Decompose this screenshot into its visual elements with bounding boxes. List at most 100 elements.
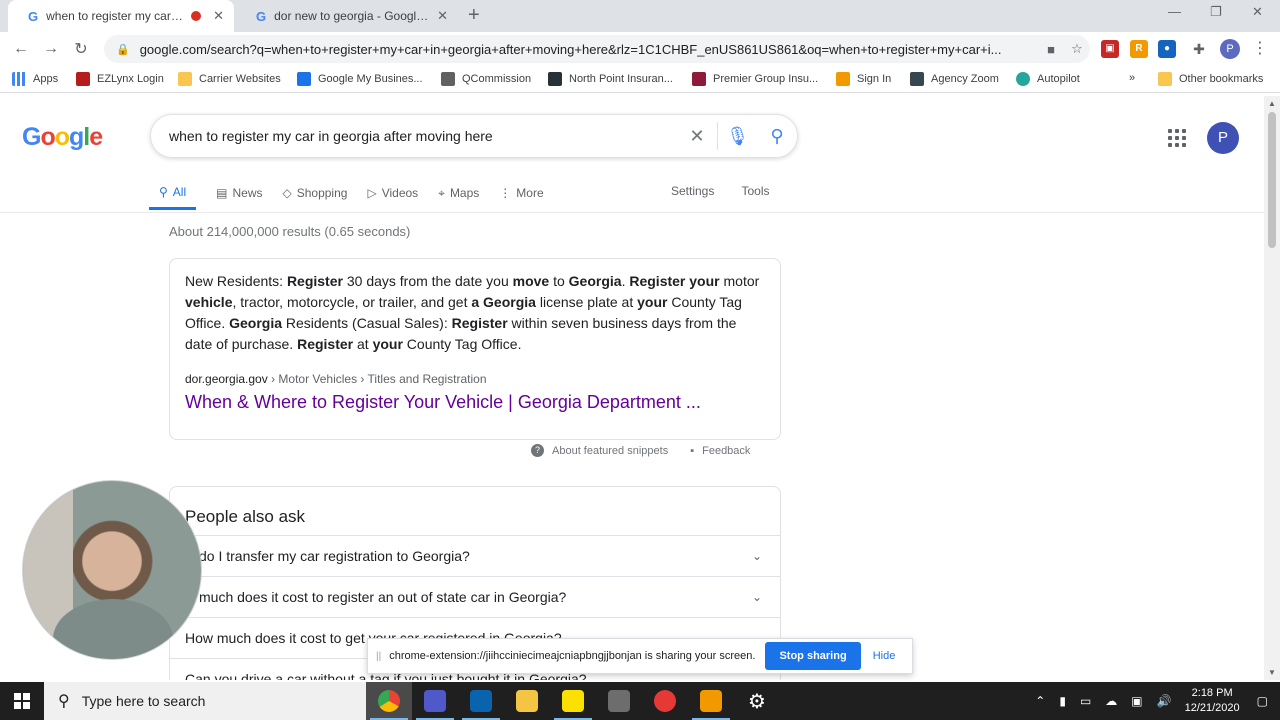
taskbar-teams[interactable] xyxy=(412,682,458,720)
about-featured-snippets-link[interactable]: About featured snippets xyxy=(552,445,668,457)
clear-search-icon[interactable]: ✕ xyxy=(677,126,717,147)
account-avatar[interactable]: P xyxy=(1207,122,1239,154)
start-button[interactable] xyxy=(0,682,44,720)
scroll-up-icon[interactable]: ▲ xyxy=(1268,99,1276,108)
onedrive-icon[interactable]: ☁ xyxy=(1105,694,1117,708)
snippet-result-link[interactable]: When & Where to Register Your Vehicle | … xyxy=(185,392,765,413)
search-input[interactable] xyxy=(169,128,677,144)
feedback-link[interactable]: Feedback xyxy=(702,445,750,457)
video-icon: ▷ xyxy=(367,186,377,200)
taskbar-sticky-notes[interactable] xyxy=(550,682,596,720)
url-text: google.com/search?q=when+to+register+my+… xyxy=(139,41,1002,57)
taskbar-app-red[interactable] xyxy=(642,682,688,720)
search-icon: ⚲ xyxy=(159,184,168,199)
taskbar-file-explorer[interactable] xyxy=(504,682,550,720)
bookmark-autopilot[interactable]: Autopilot xyxy=(1016,72,1080,86)
qcommission-icon xyxy=(441,72,455,86)
extension-r-icon[interactable]: R xyxy=(1130,40,1148,58)
tab-active[interactable]: G when to register my car in georgia aft… xyxy=(8,0,234,32)
calculator-icon xyxy=(608,690,630,712)
tab-maps[interactable]: ⌖ Maps xyxy=(438,176,479,210)
taskbar-chrome[interactable] xyxy=(366,682,412,720)
google-logo[interactable]: Google xyxy=(22,123,103,152)
chevron-up-icon[interactable]: ⌃ xyxy=(1035,694,1045,708)
tab-strip: G when to register my car in georgia aft… xyxy=(0,0,1280,32)
tab-videos[interactable]: ▷ Videos xyxy=(367,176,418,210)
camera-icon[interactable]: ■ xyxy=(1038,42,1064,57)
google-apps-icon[interactable] xyxy=(1168,129,1186,147)
paa-question[interactable]: w do I transfer my car registration to G… xyxy=(170,535,780,576)
tab-shopping[interactable]: ◇ Shopping xyxy=(283,176,348,210)
taskbar-app-r[interactable] xyxy=(688,682,734,720)
bookmark-qcommission[interactable]: QCommission xyxy=(441,72,531,86)
chevron-down-icon: ⌄ xyxy=(751,590,762,604)
taskbar-settings[interactable]: ⚙ xyxy=(734,682,780,720)
taskbar-search[interactable]: ⚲ Type here to search xyxy=(44,682,366,720)
drag-handle-icon[interactable]: || xyxy=(376,651,381,662)
puzzle-extensions-icon[interactable]: ✚ xyxy=(1190,40,1208,58)
profile-avatar[interactable]: P xyxy=(1220,39,1240,59)
star-bookmark-icon[interactable]: ☆ xyxy=(1064,41,1090,57)
taskbar-calculator[interactable] xyxy=(596,682,642,720)
scroll-thumb[interactable] xyxy=(1268,112,1276,248)
share-message: chrome-extension://jiihcciniecimeajcniap… xyxy=(389,650,756,662)
tab-title: when to register my car in georgia after… xyxy=(46,9,184,23)
minimize-icon[interactable]: — xyxy=(1168,4,1181,19)
folder-icon xyxy=(516,690,538,712)
sign-in-icon xyxy=(836,72,850,86)
close-tab-icon[interactable]: ✕ xyxy=(437,8,448,24)
tools-link[interactable]: Tools xyxy=(741,184,769,198)
tab-news[interactable]: ▤ News xyxy=(216,176,262,210)
bookmark-agency-zoom[interactable]: Agency Zoom xyxy=(910,72,999,86)
help-icon: ? xyxy=(531,444,544,457)
tab-inactive[interactable]: G dor new to georgia - Google Search ✕ xyxy=(236,0,458,32)
google-my-business-icon xyxy=(297,72,311,86)
google-favicon-icon: G xyxy=(28,8,39,24)
close-tab-icon[interactable]: ✕ xyxy=(213,8,224,24)
bookmarks-overflow[interactable]: » xyxy=(1129,72,1135,84)
bookmark-carrier[interactable]: Carrier Websites xyxy=(178,72,281,86)
chrome-icon xyxy=(378,690,400,712)
bookmark-gmb[interactable]: Google My Busines... xyxy=(297,72,423,86)
page-scrollbar[interactable]: ▲ ▼ xyxy=(1264,96,1280,680)
paa-question[interactable]: w much does it cost to register an out o… xyxy=(170,576,780,617)
volume-icon[interactable]: 🔊 xyxy=(1157,694,1172,708)
scroll-down-icon[interactable]: ▼ xyxy=(1268,668,1276,677)
close-window-icon[interactable]: ✕ xyxy=(1252,4,1263,20)
bookmark-premier[interactable]: Premier Group Insu... xyxy=(692,72,818,86)
hide-button[interactable]: Hide xyxy=(873,650,896,662)
tab-all[interactable]: ⚲ All xyxy=(149,176,197,210)
settings-link[interactable]: Settings xyxy=(671,184,714,198)
bookmark-apps[interactable]: Apps xyxy=(12,72,58,86)
lock-icon: 🔒 xyxy=(116,43,130,56)
forward-icon[interactable]: → xyxy=(36,40,66,58)
bookmark-ezlynx[interactable]: EZLynx Login xyxy=(76,72,164,86)
reload-icon[interactable]: ↻ xyxy=(66,39,96,59)
extension-icon[interactable]: ▣ xyxy=(1101,40,1119,58)
folder-icon xyxy=(178,72,192,86)
address-bar[interactable]: 🔒 google.com/search?q=when+to+register+m… xyxy=(104,35,1090,63)
header-divider xyxy=(0,212,1264,213)
more-vertical-icon: ⋮ xyxy=(499,186,512,200)
restore-icon[interactable]: ❐ xyxy=(1210,4,1222,20)
rec-extension-icon[interactable]: ● xyxy=(1158,40,1176,58)
battery-icon[interactable]: ▭ xyxy=(1080,694,1091,708)
notifications-icon[interactable]: ▢ xyxy=(1257,694,1268,708)
taskbar-outlook[interactable] xyxy=(458,682,504,720)
microphone-icon[interactable]: ▮ xyxy=(1059,694,1066,708)
system-clock[interactable]: 2:18 PM 12/21/2020 xyxy=(1185,686,1240,716)
bookmark-north-point[interactable]: North Point Insuran... xyxy=(548,72,673,86)
snippet-footer: ? About featured snippets ▪ Feedback xyxy=(531,444,750,457)
back-icon[interactable]: ← xyxy=(6,40,36,58)
bookmark-other[interactable]: Other bookmarks xyxy=(1158,72,1263,86)
network-icon[interactable]: ▣ xyxy=(1131,694,1142,708)
stop-sharing-button[interactable]: Stop sharing xyxy=(765,642,861,670)
new-tab-button[interactable]: + xyxy=(468,4,480,27)
bookmarks-bar: Apps EZLynx Login Carrier Websites Googl… xyxy=(0,65,1280,93)
search-icon[interactable]: ⚲ xyxy=(757,126,797,147)
microphone-icon[interactable]: 🎙 xyxy=(717,122,757,150)
apps-grid-icon xyxy=(12,72,26,86)
chrome-menu-icon[interactable]: ⋮ xyxy=(1252,38,1268,58)
tab-more[interactable]: ⋮ More xyxy=(499,176,543,210)
bookmark-sign-in[interactable]: Sign In xyxy=(836,72,891,86)
